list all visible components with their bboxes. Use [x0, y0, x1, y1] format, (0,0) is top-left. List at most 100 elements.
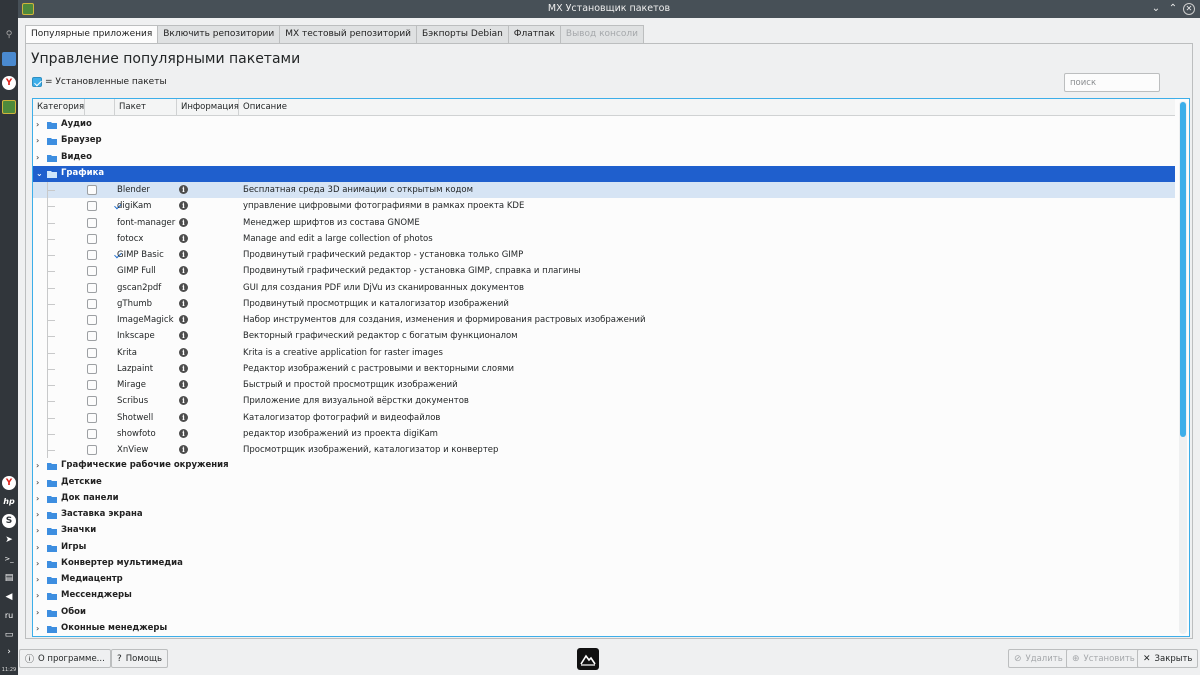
chevron-right-icon[interactable]: › — [36, 591, 44, 601]
package-checkbox[interactable] — [87, 396, 97, 407]
category-row[interactable]: › Видео — [33, 150, 1175, 166]
column-info[interactable]: Информация — [177, 99, 239, 116]
chevron-right-icon[interactable]: › — [36, 510, 44, 520]
category-row[interactable]: › Оконные менеджеры — [33, 621, 1175, 636]
info-icon[interactable]: i — [179, 298, 188, 308]
package-row[interactable]: font-manager i Менеджер шрифтов из состава… — [33, 214, 1175, 231]
package-row[interactable]: Krita i Krita is a creative application fo… — [33, 344, 1175, 361]
search-input[interactable] — [1064, 73, 1160, 92]
package-checkbox[interactable] — [87, 363, 97, 374]
install-button[interactable]: ⊕ Установить — [1066, 649, 1141, 668]
package-checkbox[interactable] — [87, 266, 97, 277]
title-bar[interactable]: MX Установщик пакетов ⌄ ⌃ ✕ — [18, 0, 1200, 18]
tab-mx-test-repo[interactable]: MX тестовый репозиторий — [279, 25, 418, 43]
info-icon[interactable]: i — [179, 201, 188, 211]
package-row[interactable]: Blender i Бесплатная среда 3D анимации с о… — [33, 182, 1175, 199]
category-row[interactable]: › Детские — [33, 475, 1175, 491]
info-icon[interactable]: i — [179, 250, 188, 259]
info-icon[interactable]: i — [179, 282, 188, 292]
info-icon[interactable]: i — [179, 217, 188, 227]
package-row[interactable]: Mirage i Быстрый и простой просмотрщик изо… — [33, 377, 1175, 394]
column-package[interactable]: Пакет — [115, 99, 177, 116]
chevron-right-icon[interactable]: › — [36, 461, 44, 471]
category-row[interactable]: › Игры — [33, 540, 1175, 556]
package-checkbox[interactable] — [87, 445, 97, 455]
chevron-right-icon[interactable]: › — [36, 526, 44, 536]
info-icon[interactable]: i — [179, 266, 188, 276]
yandex-icon[interactable]: Y — [2, 476, 16, 490]
telegram-icon[interactable]: ➤ — [2, 533, 16, 547]
chevron-right-icon[interactable]: › — [36, 120, 44, 130]
package-row[interactable]: gThumb i Продвинутый просмотрщик и каталог… — [33, 295, 1175, 312]
chevron-right-icon[interactable]: › — [36, 494, 44, 504]
package-row[interactable]: fotocx i Manage and edit a large collectio… — [33, 230, 1175, 247]
category-row[interactable]: › Графические рабочие окружения — [33, 458, 1175, 474]
package-checkbox[interactable] — [87, 298, 97, 309]
close-button[interactable]: ✕ Закрыть — [1137, 649, 1199, 668]
package-checkbox[interactable] — [87, 201, 97, 212]
category-row[interactable]: › Конвертер мультимедиа — [33, 556, 1175, 572]
chevron-right-icon[interactable]: › — [36, 608, 44, 618]
package-row[interactable]: Inkscape i Векторный графический редактор … — [33, 328, 1175, 345]
package-row[interactable]: digiKam i управление цифровыми фотографиям… — [33, 198, 1175, 215]
chevron-right-icon[interactable]: › — [36, 153, 44, 163]
info-icon[interactable]: i — [179, 233, 188, 243]
help-button[interactable]: ? Помощь — [111, 649, 169, 668]
category-row[interactable]: ⌄ Графика — [33, 165, 1175, 182]
info-icon[interactable]: i — [179, 396, 188, 406]
package-row[interactable]: Lazpaint i Редактор изображений с растровы… — [33, 360, 1175, 377]
chevron-right-icon[interactable]: › — [36, 624, 44, 634]
package-tree[interactable]: Категория Пакет Информация Описание › Ауд… — [32, 98, 1190, 637]
category-row[interactable]: › Док панели — [33, 491, 1175, 507]
scrollbar-thumb[interactable] — [1180, 102, 1186, 437]
info-icon[interactable]: i — [179, 428, 188, 438]
tab-flatpak[interactable]: Флатпак — [507, 25, 561, 43]
about-button[interactable]: ⓘ О программе... — [19, 649, 111, 668]
yandex-browser-icon[interactable]: Y — [2, 76, 16, 90]
package-row[interactable]: Shotwell i Каталогизатор фотографий и виде… — [33, 409, 1175, 426]
category-row[interactable]: › Аудио — [33, 117, 1175, 133]
chevron-right-icon[interactable]: › — [36, 543, 44, 553]
package-installer-icon[interactable] — [2, 100, 16, 114]
package-checkbox[interactable] — [87, 282, 97, 293]
maximize-icon[interactable]: ⌃ — [1167, 3, 1179, 15]
minimize-icon[interactable]: ⌄ — [1150, 3, 1162, 15]
category-row[interactable]: › Значки — [33, 523, 1175, 539]
info-icon[interactable]: i — [179, 185, 188, 194]
package-checkbox[interactable] — [87, 380, 97, 390]
info-icon[interactable]: i — [179, 347, 188, 357]
chevron-right-icon[interactable]: › — [36, 559, 44, 569]
package-row[interactable]: gscan2pdf i GUI для создания PDF или DjVu … — [33, 279, 1175, 296]
close-icon[interactable]: ✕ — [1183, 3, 1195, 15]
chevron-right-icon[interactable]: › — [36, 478, 44, 488]
package-checkbox[interactable] — [87, 233, 97, 244]
info-icon[interactable]: i — [179, 363, 188, 373]
package-checkbox[interactable] — [87, 217, 97, 228]
terminal-icon[interactable]: >_ — [2, 552, 16, 566]
chevron-right-icon[interactable]: › — [36, 575, 44, 585]
info-icon[interactable]: i — [179, 331, 188, 341]
package-checkbox[interactable] — [87, 185, 97, 195]
column-check[interactable] — [85, 99, 115, 116]
column-category[interactable]: Категория — [33, 99, 85, 116]
chevron-right-icon[interactable]: › — [2, 645, 16, 659]
package-row[interactable]: showfoto i редактор изображений из проекта… — [33, 425, 1175, 442]
tab-debian-backports[interactable]: Бэкпорты Debian — [416, 25, 509, 43]
package-row[interactable]: GIMP Full i Продвинутый графический редакт… — [33, 263, 1175, 280]
package-checkbox[interactable] — [87, 347, 97, 358]
skype-icon[interactable]: S — [2, 514, 16, 528]
chevron-right-icon[interactable]: › — [36, 136, 44, 146]
remove-button[interactable]: ⊘ Удалить — [1008, 649, 1069, 668]
monitor-icon[interactable]: ▭ — [2, 628, 16, 642]
chevron-down-icon[interactable]: ⌄ — [36, 169, 44, 179]
info-icon[interactable]: i — [179, 380, 188, 389]
volume-icon[interactable]: ◀ — [2, 590, 16, 604]
category-row[interactable]: › Мессенджеры — [33, 588, 1175, 604]
column-description[interactable]: Описание — [239, 99, 1175, 116]
vertical-scrollbar[interactable] — [1179, 101, 1187, 634]
category-row[interactable]: › Медиацентр — [33, 572, 1175, 588]
package-row[interactable]: GIMP Basic i Продвинутый графический редак… — [33, 247, 1175, 264]
clipboard-icon[interactable]: ▤ — [2, 571, 16, 585]
package-checkbox[interactable] — [87, 331, 97, 342]
category-row[interactable]: › Заставка экрана — [33, 507, 1175, 523]
